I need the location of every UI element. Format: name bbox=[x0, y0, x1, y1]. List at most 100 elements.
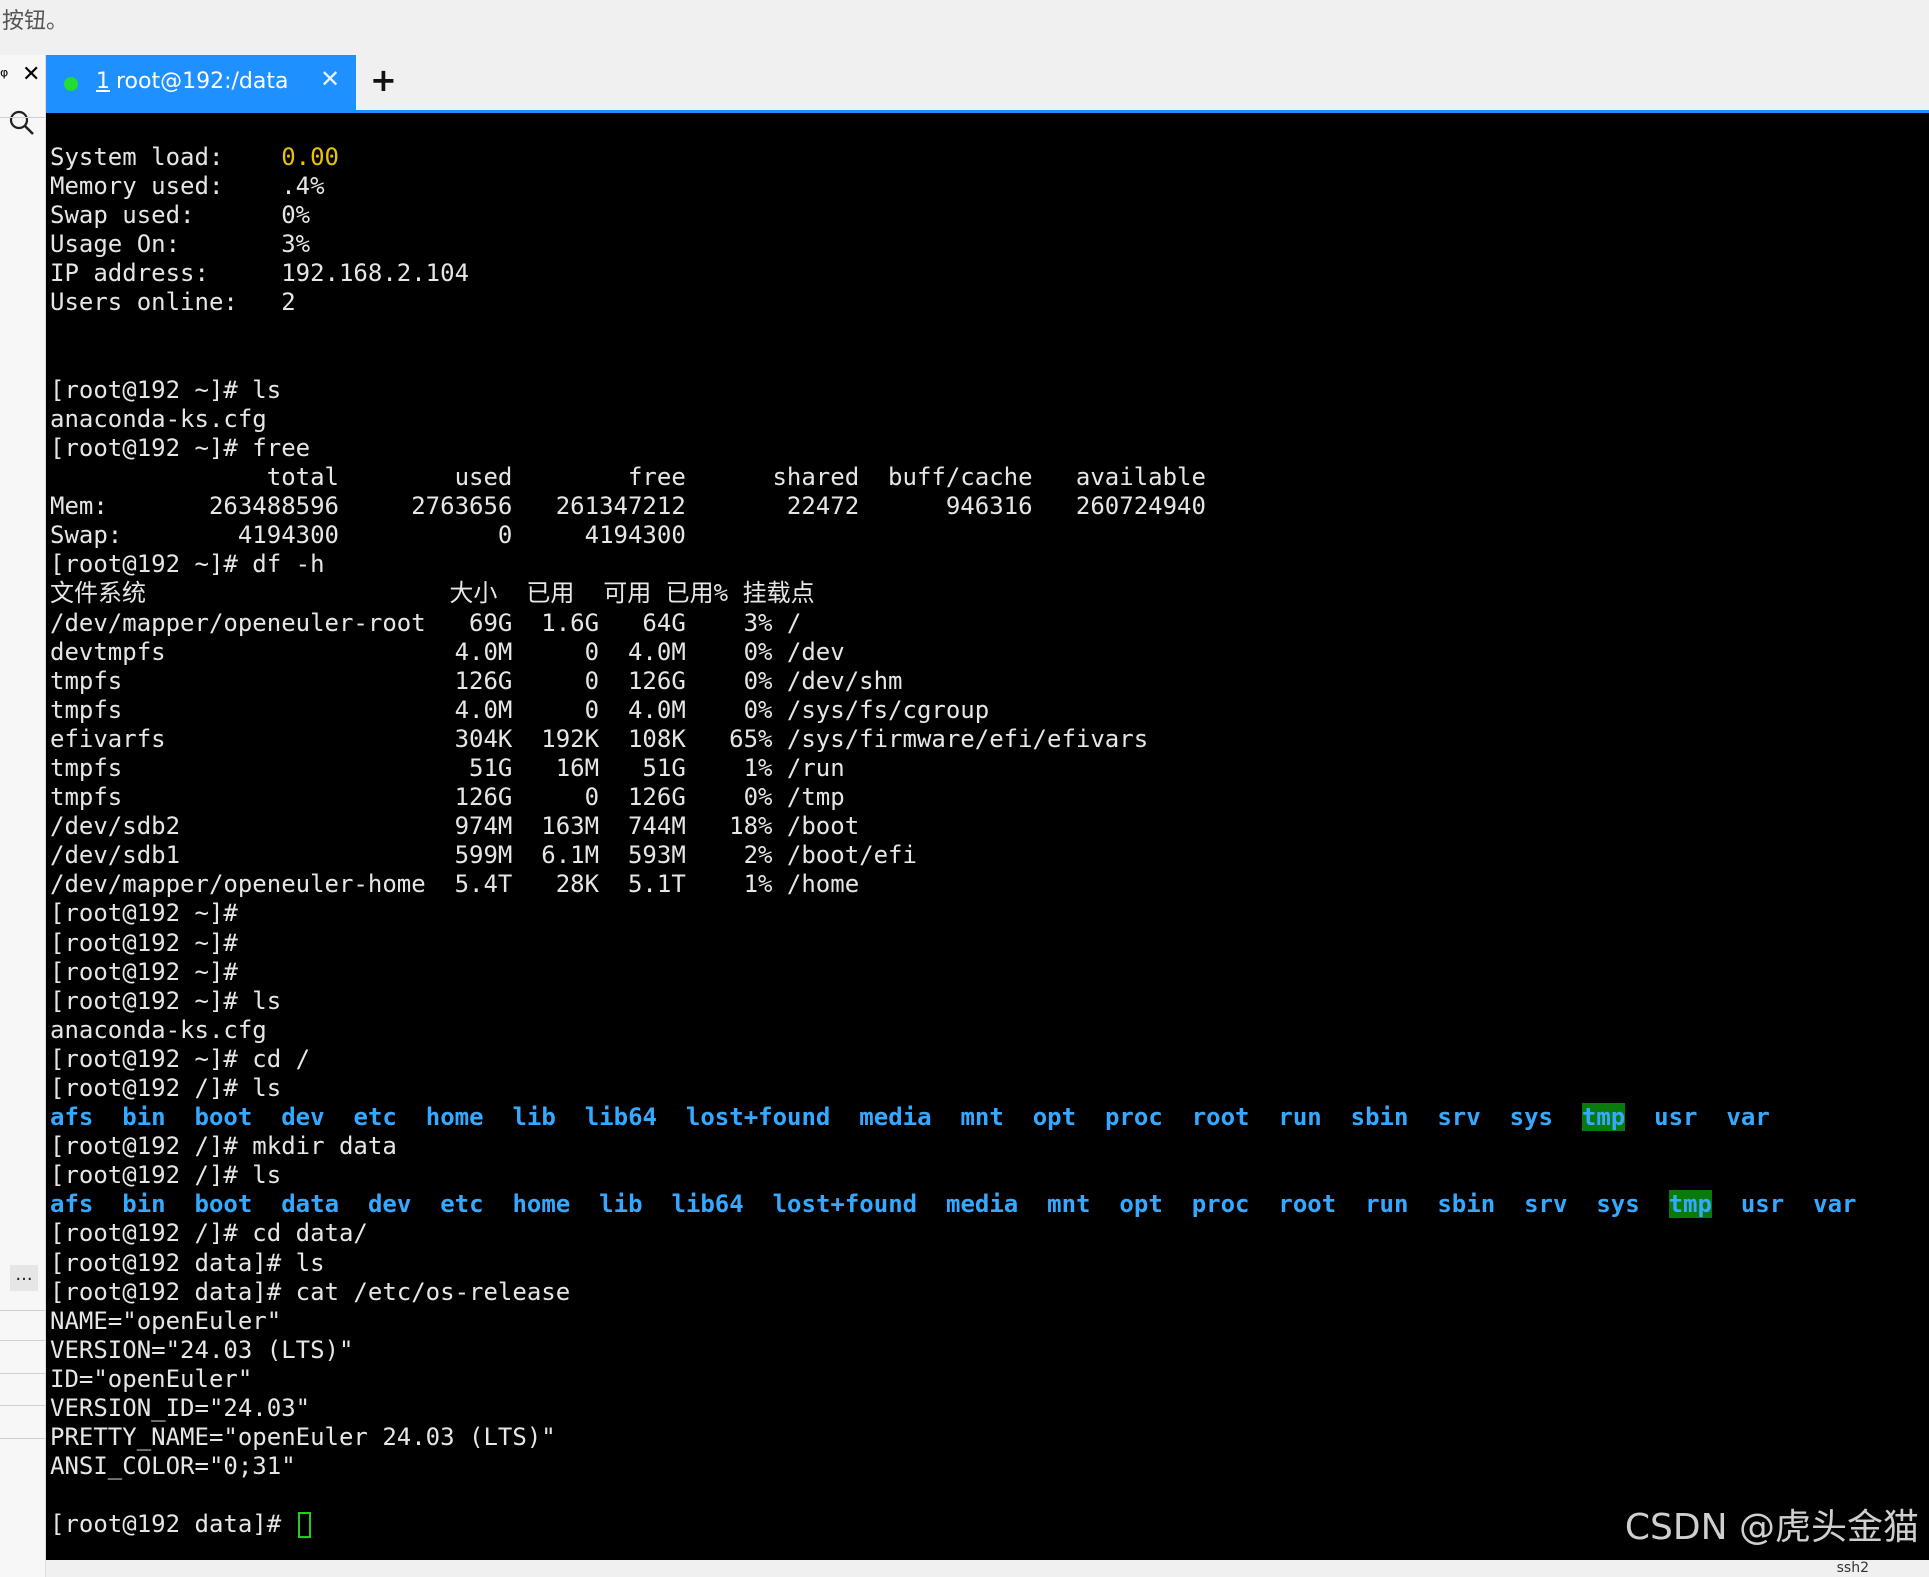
terminal-line: [root@192 ~]# df -h bbox=[50, 550, 325, 579]
tab-number: 1 bbox=[96, 69, 110, 94]
status-strip bbox=[46, 1560, 1929, 1577]
terminal-line: [root@192 /]# ls bbox=[50, 1161, 282, 1190]
terminal-line: /dev/sdb2 974M 163M 744M 18% /boot bbox=[50, 812, 860, 841]
ls-entry: run bbox=[1278, 1103, 1322, 1132]
ls-entry: opt bbox=[1032, 1103, 1077, 1132]
terminal-line: [root@192 data]# cat /etc/os-release bbox=[50, 1277, 571, 1306]
terminal-line: /dev/sdb1 599M 6.1M 593M 2% /boot/efi bbox=[50, 841, 917, 870]
terminal-line: Swap used: 0% bbox=[50, 201, 1856, 230]
terminal-line: [root@192 /]# cd data/ bbox=[50, 1219, 368, 1248]
terminal-key: Memory used: bbox=[50, 172, 282, 201]
sidebar-close-icon[interactable]: ✕ bbox=[22, 62, 40, 87]
new-tab-button[interactable]: + bbox=[370, 61, 397, 99]
sidebar-more-button[interactable]: ... bbox=[10, 1265, 38, 1291]
terminal-line: ANSI_COLOR="0;31" bbox=[50, 1452, 296, 1481]
terminal-line: VERSION="24.03 (LTS)" bbox=[50, 1335, 354, 1364]
connected-status-icon bbox=[64, 77, 78, 91]
tab-close-icon[interactable]: ✕ bbox=[320, 65, 340, 93]
tab-bar: 1 root@192:/data ✕ + bbox=[46, 55, 1929, 113]
ls-entry: boot bbox=[194, 1190, 253, 1219]
terminal-line: anaconda-ks.cfg bbox=[50, 1015, 267, 1044]
ls-entry: dev bbox=[367, 1190, 412, 1219]
terminal-value: 192.168.2.104 bbox=[281, 259, 470, 288]
ls-entry: data bbox=[281, 1190, 340, 1219]
terminal-line: VERSION_ID="24.03" bbox=[50, 1394, 311, 1423]
terminal-line: PRETTY_NAME="openEuler 24.03 (LTS)" bbox=[50, 1423, 556, 1452]
ls-entry: home bbox=[425, 1103, 484, 1132]
terminal-cursor bbox=[297, 1512, 311, 1539]
terminal-line: efivarfs 304K 192K 108K 65% /sys/firmwar… bbox=[50, 724, 1149, 753]
terminal-line: [root@192 ~]# free bbox=[50, 433, 311, 462]
ls-entry: lib bbox=[512, 1103, 556, 1132]
watermark: CSDN @虎头金猫 bbox=[1624, 1507, 1919, 1548]
ls-entry: lib64 bbox=[671, 1190, 744, 1219]
ls-entry: dev bbox=[281, 1103, 325, 1132]
search-icon[interactable] bbox=[6, 107, 38, 139]
prompt-text: [root@192 data]# bbox=[50, 1510, 296, 1539]
terminal-line: devtmpfs 4.0M 0 4.0M 0% /dev bbox=[50, 637, 845, 666]
ls-entry: proc bbox=[1191, 1190, 1250, 1219]
terminal-line: /dev/mapper/openeuler-root 69G 1.6G 64G … bbox=[50, 608, 802, 637]
terminal-value: 3% bbox=[281, 230, 311, 259]
pin-icon[interactable]: ᵠ bbox=[0, 64, 8, 88]
terminal-key: Swap used: bbox=[50, 201, 282, 230]
terminal-key: System load: bbox=[50, 143, 282, 171]
terminal-line: ID="openEuler" bbox=[50, 1364, 253, 1393]
terminal-line: System load: 0.00 bbox=[50, 143, 1856, 172]
terminal-line: [root@192 data]# ls bbox=[50, 1248, 325, 1277]
ls-entry: media bbox=[946, 1190, 1019, 1219]
top-note-text: 按钮。 bbox=[2, 9, 69, 34]
terminal-value: 2 bbox=[281, 288, 296, 317]
terminal-line: /dev/mapper/openeuler-home 5.4T 28K 5.1T… bbox=[50, 870, 860, 899]
ls-entry: bin bbox=[122, 1103, 166, 1132]
ls-entry: run bbox=[1365, 1190, 1409, 1219]
ls-entry: sys bbox=[1596, 1190, 1640, 1219]
terminal-line: anaconda-ks.cfg bbox=[50, 404, 267, 433]
ls-entry: root bbox=[1278, 1190, 1337, 1219]
ls-entry: etc bbox=[440, 1190, 484, 1219]
terminal-line: IP address: 192.168.2.104 bbox=[50, 259, 1856, 288]
ls-entry: boot bbox=[194, 1103, 253, 1132]
terminal-line: Users online: 2 bbox=[50, 288, 1856, 317]
ls-entry: sbin bbox=[1437, 1190, 1496, 1219]
session-sidebar: ᵠ ✕ ... bbox=[0, 55, 46, 1577]
tab-session-1[interactable]: 1 root@192:/data ✕ bbox=[46, 55, 356, 110]
terminal-line: Usage On: 3% bbox=[50, 230, 1856, 259]
terminal-value: 0% bbox=[281, 201, 311, 230]
ls-entry: srv bbox=[1524, 1190, 1568, 1219]
terminal-line: tmpfs 126G 0 126G 0% /dev/shm bbox=[50, 666, 903, 695]
ls-entry: usr bbox=[1740, 1190, 1785, 1219]
ls-entry: tmp bbox=[1581, 1103, 1626, 1132]
terminal-line: [root@192 ~]# ls bbox=[50, 986, 282, 1015]
ls-entry: lost+found bbox=[685, 1103, 831, 1132]
ls-entry: home bbox=[512, 1190, 571, 1219]
terminal-line: tmpfs 4.0M 0 4.0M 0% /sys/fs/cgroup bbox=[50, 695, 990, 724]
terminal-line: Swap: 4194300 0 4194300 bbox=[50, 521, 686, 550]
ls-entry: sbin bbox=[1350, 1103, 1409, 1132]
ls-entry: root bbox=[1191, 1103, 1250, 1132]
terminal-line: Memory used: .4% bbox=[50, 172, 1856, 201]
terminal-value: .4% bbox=[281, 172, 325, 201]
protocol-hint: ssh2 bbox=[1836, 1560, 1869, 1576]
terminal-line: tmpfs 51G 16M 51G 1% /run bbox=[50, 753, 845, 782]
terminal-line: Mem: 263488596 2763656 261347212 22472 9… bbox=[50, 492, 1206, 521]
ls-entry: lost+found bbox=[772, 1190, 918, 1219]
ls-entry: mnt bbox=[960, 1103, 1004, 1132]
ls-entry: usr bbox=[1654, 1103, 1698, 1132]
terminal-line: tmpfs 126G 0 126G 0% /tmp bbox=[50, 783, 845, 812]
ls-entry: afs bbox=[50, 1190, 94, 1219]
ls-entry: tmp bbox=[1668, 1190, 1712, 1219]
ls-entry: opt bbox=[1119, 1190, 1163, 1219]
terminal-key: Usage On: bbox=[50, 230, 282, 259]
ls-entry: etc bbox=[353, 1103, 397, 1132]
terminal-key: IP address: bbox=[50, 259, 282, 288]
terminal-line: afs bin boot data dev etc home lib lib64… bbox=[50, 1190, 1856, 1219]
terminal-line: [root@192 data]# bbox=[50, 1510, 1856, 1539]
ls-entry: bin bbox=[122, 1190, 166, 1219]
terminal-view[interactable]: System load: 0.00 Memory used: .4% Swap us… bbox=[46, 113, 1929, 1560]
ls-entry: afs bbox=[50, 1103, 94, 1132]
terminal-line: [root@192 ~]# bbox=[50, 928, 238, 957]
ls-entry: mnt bbox=[1047, 1190, 1091, 1219]
